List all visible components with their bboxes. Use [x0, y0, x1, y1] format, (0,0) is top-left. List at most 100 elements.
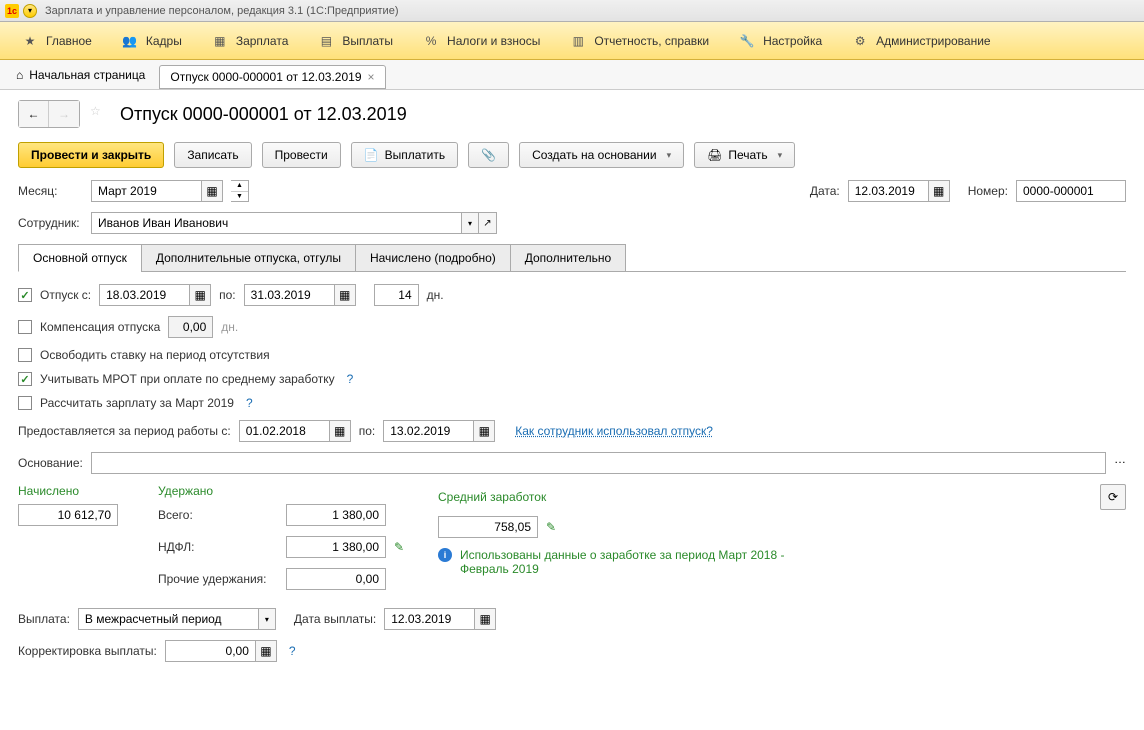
pencil-icon[interactable]: ✎	[546, 520, 556, 534]
free-rate-label: Освободить ставку на период отсутствия	[40, 348, 270, 362]
help-icon[interactable]: ?	[242, 396, 257, 410]
other-withhold-input[interactable]	[286, 568, 386, 590]
month-spinner[interactable]: ▲▼	[231, 180, 249, 202]
tab-extra[interactable]: Дополнительно	[510, 244, 626, 272]
save-button[interactable]: Записать	[174, 142, 251, 168]
vacation-from-label: Отпуск с:	[40, 288, 91, 302]
vacation-to-input[interactable]	[244, 284, 334, 306]
payment-mode-input[interactable]	[78, 608, 258, 630]
create-based-button[interactable]: Создать на основании	[519, 142, 684, 168]
days-label2: дн.	[221, 320, 238, 334]
basis-more-button[interactable]: …	[1114, 452, 1126, 474]
menu-kadry[interactable]: 👥Кадры	[108, 25, 196, 57]
page-header: ← → ☆ Отпуск 0000-000001 от 12.03.2019	[18, 100, 1126, 128]
post-button[interactable]: Провести	[262, 142, 341, 168]
period-to-input[interactable]	[383, 420, 473, 442]
compensation-checkbox[interactable]	[18, 320, 32, 334]
other-withhold-label: Прочие удержания:	[158, 572, 278, 586]
main-menu: ★Главное 👥Кадры ▦Зарплата ▤Выплаты %Нало…	[0, 22, 1144, 60]
app-logo-icon: 1c	[5, 4, 19, 18]
payment-mode-dropdown[interactable]: ▾	[258, 608, 276, 630]
pencil-icon[interactable]: ✎	[394, 540, 404, 554]
post-close-button[interactable]: Провести и закрыть	[18, 142, 164, 168]
vacation-from-input[interactable]	[99, 284, 189, 306]
wrench-icon: 🔧	[739, 33, 755, 49]
menu-admin[interactable]: ⚙Администрирование	[838, 25, 1004, 57]
print-button[interactable]: 🖨Печать	[694, 142, 795, 168]
menu-main[interactable]: ★Главное	[8, 25, 106, 57]
accrued-input[interactable]	[18, 504, 118, 526]
compensation-days-input	[168, 316, 213, 338]
calendar-icon[interactable]: ▦	[474, 608, 496, 630]
correction-label: Корректировка выплаты:	[18, 644, 157, 658]
avg-input[interactable]	[438, 516, 538, 538]
calendar-icon[interactable]: ▦	[201, 180, 223, 202]
menu-vyplaty[interactable]: ▤Выплаты	[304, 25, 407, 57]
date-label: Дата:	[810, 184, 840, 198]
mrot-checkbox[interactable]	[18, 372, 32, 386]
payment-date-input[interactable]	[384, 608, 474, 630]
home-icon: ⌂	[16, 68, 23, 82]
home-tab[interactable]: ⌂ Начальная страница	[8, 64, 153, 86]
calc-button-icon[interactable]: ▦	[255, 640, 277, 662]
employee-open[interactable]: ↗	[479, 212, 497, 234]
avg-earnings-header: Средний заработок	[438, 490, 546, 504]
menu-nastroyka[interactable]: 🔧Настройка	[725, 25, 836, 57]
calendar-icon[interactable]: ▦	[329, 420, 351, 442]
basis-input[interactable]	[91, 452, 1106, 474]
menu-nalogi[interactable]: %Налоги и взносы	[409, 25, 554, 57]
help-icon[interactable]: ?	[343, 372, 358, 386]
document-tab[interactable]: Отпуск 0000-000001 от 12.03.2019 ×	[159, 65, 385, 89]
vacation-days-input[interactable]	[374, 284, 419, 306]
vacation-checkbox[interactable]	[18, 288, 32, 302]
pay-button[interactable]: 📄Выплатить	[351, 142, 458, 168]
payment-label: Выплата:	[18, 612, 70, 626]
close-icon[interactable]: ×	[368, 70, 375, 84]
calendar-icon[interactable]: ▦	[334, 284, 356, 306]
app-menu-dropdown[interactable]: ▾	[23, 4, 37, 18]
ndfl-label: НДФЛ:	[158, 540, 278, 554]
employee-dropdown[interactable]: ▾	[461, 212, 479, 234]
how-used-link[interactable]: Как сотрудник использовал отпуск?	[515, 424, 713, 438]
date-input[interactable]	[848, 180, 928, 202]
employee-label: Сотрудник:	[18, 216, 83, 230]
correction-input[interactable]	[165, 640, 255, 662]
attachment-button[interactable]: 📎	[468, 142, 509, 168]
nav-buttons: ← →	[18, 100, 80, 128]
forward-button[interactable]: →	[49, 101, 79, 127]
print-icon: 🖨	[707, 148, 722, 162]
menu-zarplata[interactable]: ▦Зарплата	[198, 25, 303, 57]
percent-icon: %	[423, 33, 439, 49]
calendar-icon[interactable]: ▦	[473, 420, 495, 442]
star-icon: ★	[22, 33, 38, 49]
title-bar: 1c ▾ Зарплата и управление персоналом, р…	[0, 0, 1144, 22]
period-work-label: Предоставляется за период работы с:	[18, 424, 231, 438]
calendar-icon[interactable]: ▦	[189, 284, 211, 306]
days-label: дн.	[427, 288, 444, 302]
compensation-label: Компенсация отпуска	[40, 320, 160, 334]
gear-icon: ⚙	[852, 33, 868, 49]
tab-additional[interactable]: Дополнительные отпуска, отгулы	[141, 244, 356, 272]
tab-accrued-detail[interactable]: Начислено (подробно)	[355, 244, 511, 272]
accrued-header: Начислено	[18, 484, 138, 498]
ndfl-input[interactable]	[286, 536, 386, 558]
favorite-icon[interactable]: ☆	[90, 104, 110, 124]
calc-salary-checkbox[interactable]	[18, 396, 32, 410]
reload-button[interactable]: ⟳	[1100, 484, 1126, 510]
pay-icon: 📄	[364, 148, 379, 162]
month-input[interactable]	[91, 180, 201, 202]
free-rate-checkbox[interactable]	[18, 348, 32, 362]
help-icon[interactable]: ?	[285, 644, 300, 658]
number-input[interactable]	[1016, 180, 1126, 202]
number-label: Номер:	[968, 184, 1008, 198]
page-title: Отпуск 0000-000001 от 12.03.2019	[120, 104, 407, 125]
to-label: по:	[219, 288, 236, 302]
back-button[interactable]: ←	[19, 101, 49, 127]
menu-otchetnost[interactable]: ▥Отчетность, справки	[556, 25, 723, 57]
employee-input[interactable]	[91, 212, 461, 234]
calc-salary-label: Рассчитать зарплату за Март 2019	[40, 396, 234, 410]
calendar-icon[interactable]: ▦	[928, 180, 950, 202]
period-from-input[interactable]	[239, 420, 329, 442]
tab-main-vacation[interactable]: Основной отпуск	[18, 244, 142, 272]
total-withheld-input[interactable]	[286, 504, 386, 526]
